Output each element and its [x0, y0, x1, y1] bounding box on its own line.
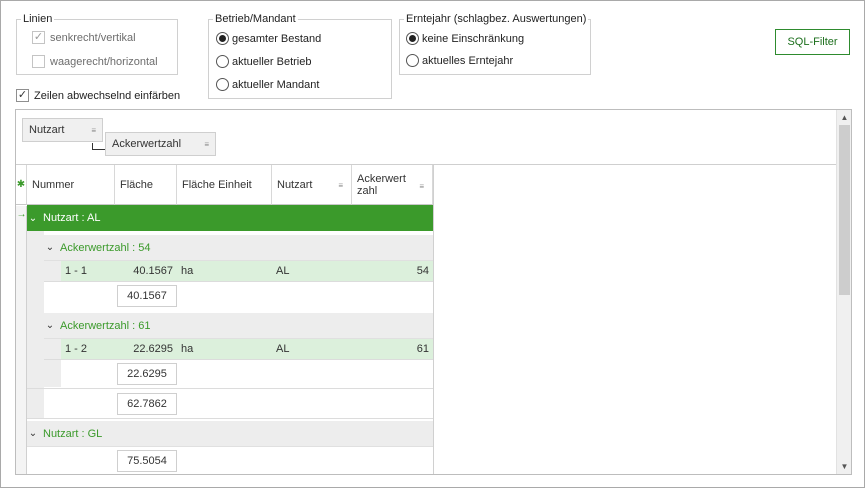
group-row-ackerwertzahl-54[interactable]: ⌄ Ackerwertzahl : 54 [44, 235, 433, 261]
group-row-nutzart-gl[interactable]: ⌄ Nutzart : GL [27, 421, 433, 447]
group-summary-flaeche: 22.6295 [117, 363, 177, 385]
vertical-lines-label: senkrecht/vertikal [50, 31, 136, 44]
group-summary-flaeche: 40.1567 [117, 285, 177, 307]
new-row-icon: ✱ [16, 179, 26, 190]
group-chip-nutzart[interactable]: Nutzart ≡ [22, 118, 103, 142]
sql-filter-button[interactable]: SQL-Filter [775, 29, 850, 55]
group-row-label: Ackerwertzahl : 61 [60, 319, 151, 332]
data-grid[interactable]: Nutzart ≡ Ackerwertzahl ≡ ▲ ▼ ✱ Nummer F… [15, 109, 852, 475]
cell-flaeche[interactable]: 40.1567 [115, 261, 177, 281]
radio-unselected-icon [216, 55, 229, 68]
sort-icon: ≡ [204, 140, 209, 149]
column-header-nutzart[interactable]: Nutzart ≡ [272, 165, 352, 205]
row-divider [44, 281, 433, 282]
cell-nummer[interactable]: 1 - 1 [61, 261, 115, 281]
radio-unselected-icon [216, 78, 229, 91]
current-row-arrow-icon: → [16, 209, 27, 220]
scrollbar-thumb[interactable] [839, 125, 850, 295]
radio-aktuelles-erntejahr[interactable]: aktuelles Erntejahr [406, 54, 513, 67]
cell-nutzart[interactable]: AL [272, 339, 352, 359]
group-summary-flaeche: 62.7862 [117, 393, 177, 415]
radio-label: gesamter Bestand [232, 32, 322, 45]
chevron-down-icon[interactable]: ⌄ [44, 320, 56, 331]
cell-flaeche[interactable]: 22.6295 [115, 339, 177, 359]
subgroup-indent-strip [44, 261, 61, 281]
radio-gesamter-bestand[interactable]: gesamter Bestand [216, 32, 321, 45]
cell-ackerwertzahl[interactable]: 54 [352, 261, 433, 281]
column-header-label: Nummer [32, 178, 75, 191]
radio-aktueller-betrieb[interactable]: aktueller Betrieb [216, 55, 312, 68]
scroll-down-icon[interactable]: ▼ [837, 459, 852, 474]
row-indicator-column [16, 206, 27, 474]
grid-right-edge [433, 165, 434, 474]
chevron-down-icon[interactable]: ⌄ [44, 242, 56, 253]
checkbox-checked-icon: ✓ [16, 89, 29, 102]
vertical-lines-checkbox[interactable]: ✓ senkrecht/vertikal [32, 31, 136, 44]
table-row[interactable]: 1 - 2 22.6295 ha AL 61 [61, 339, 433, 359]
radio-label: aktueller Betrieb [232, 55, 312, 68]
subgroup-indent-strip [44, 339, 61, 387]
group-chip-ackerwertzahl[interactable]: Ackerwertzahl ≡ [105, 132, 216, 156]
radio-label: aktuelles Erntejahr [422, 54, 514, 67]
group-connector-line [92, 143, 105, 150]
chevron-down-icon[interactable]: ⌄ [27, 428, 39, 439]
group-row-ackerwertzahl-61[interactable]: ⌄ Ackerwertzahl : 61 [44, 313, 433, 339]
column-header-label: Ackerwert zahl [357, 172, 406, 197]
radio-selected-icon [216, 32, 229, 45]
group-summary-flaeche: 75.5054 [117, 450, 177, 472]
radio-unselected-icon [406, 54, 419, 67]
radio-label: keine Einschränkung [422, 32, 525, 45]
betrieb-title: Betrieb/Mandant [213, 13, 298, 25]
cell-flaeche-einheit[interactable]: ha [177, 261, 272, 281]
group-chip-label: Nutzart [29, 124, 65, 136]
column-header-label: Fläche [120, 178, 154, 191]
betrieb-groupbox: Betrieb/Mandant gesamter Bestand aktuell… [208, 13, 392, 99]
chevron-down-icon[interactable]: ⌄ [27, 213, 39, 224]
sort-icon: ≡ [419, 182, 424, 191]
cell-ackerwertzahl[interactable]: 61 [352, 339, 433, 359]
radio-label: aktueller Mandant [232, 78, 320, 91]
cell-nutzart[interactable]: AL [272, 261, 352, 281]
group-indent-strip [27, 231, 44, 419]
group-row-label: Ackerwertzahl : 54 [60, 241, 151, 254]
column-header-label: Fläche Einheit [182, 178, 252, 191]
cell-flaeche-einheit[interactable]: ha [177, 339, 272, 359]
table-row[interactable]: 1 - 1 40.1567 ha AL 54 [61, 261, 433, 281]
scroll-up-icon[interactable]: ▲ [837, 110, 852, 125]
group-row-label: Nutzart : GL [43, 427, 103, 440]
erntejahr-title: Erntejahr (schlagbez. Auswertungen) [404, 13, 589, 25]
radio-selected-icon [406, 32, 419, 45]
column-header-label: Nutzart [277, 178, 313, 191]
column-header-nummer[interactable]: Nummer [27, 165, 115, 205]
column-header-flaeche-einheit[interactable]: Fläche Einheit [177, 165, 272, 205]
horizontal-lines-label: waagerecht/horizontal [50, 55, 158, 68]
sort-icon: ≡ [338, 181, 343, 190]
radio-keine-einschraenkung[interactable]: keine Einschränkung [406, 32, 524, 45]
alternate-rows-checkbox[interactable]: ✓ Zeilen abwechselnd einfärben [16, 89, 180, 102]
row-divider [44, 359, 433, 360]
group-row-label: Nutzart : AL [43, 212, 101, 224]
cell-nummer[interactable]: 1 - 2 [61, 339, 115, 359]
checkbox-empty-icon [32, 55, 45, 68]
horizontal-lines-checkbox[interactable]: waagerecht/horizontal [32, 55, 158, 68]
checkbox-checked-icon: ✓ [32, 31, 45, 44]
radio-aktueller-mandant[interactable]: aktueller Mandant [216, 78, 319, 91]
group-by-panel: Nutzart ≡ Ackerwertzahl ≡ [16, 110, 837, 165]
row-indicator-header: ✱ [16, 165, 27, 205]
erntejahr-groupbox: Erntejahr (schlagbez. Auswertungen) kein… [399, 13, 591, 75]
group-chip-label: Ackerwertzahl [112, 138, 182, 150]
column-header-flaeche[interactable]: Fläche [115, 165, 177, 205]
alternate-rows-label: Zeilen abwechselnd einfärben [34, 89, 181, 102]
linien-title: Linien [21, 13, 55, 25]
column-header-ackerwertzahl[interactable]: Ackerwert zahl ≡ [352, 165, 433, 205]
sort-icon: ≡ [91, 126, 96, 135]
vertical-scrollbar[interactable]: ▲ ▼ [836, 110, 851, 474]
group-row-nutzart-al[interactable]: ⌄ Nutzart : AL [27, 205, 433, 231]
row-divider [27, 418, 433, 419]
linien-groupbox: Linien ✓ senkrecht/vertikal waagerecht/h… [16, 13, 178, 75]
row-divider [27, 388, 433, 389]
